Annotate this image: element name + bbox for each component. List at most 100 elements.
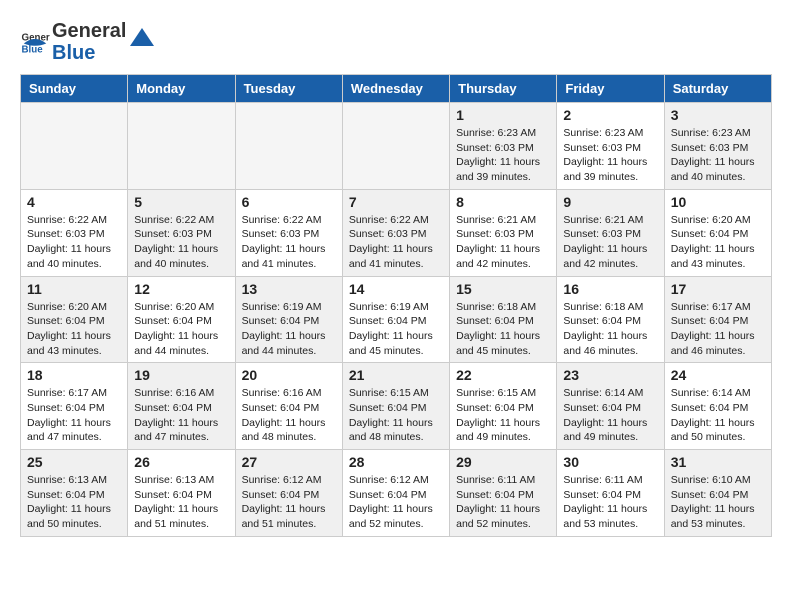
calendar-cell bbox=[128, 103, 235, 190]
day-info: Sunrise: 6:15 AM Sunset: 6:04 PM Dayligh… bbox=[456, 386, 550, 445]
calendar-cell: 13Sunrise: 6:19 AM Sunset: 6:04 PM Dayli… bbox=[235, 276, 342, 363]
calendar-cell: 9 Sunrise: 6:21 AM Sunset: 6:03 PM Daylig… bbox=[557, 189, 664, 276]
day-number: 9 bbox=[563, 194, 657, 210]
day-info: Sunrise: 6:22 AM Sunset: 6:03 PM Dayligh… bbox=[134, 213, 228, 272]
day-number: 10 bbox=[671, 194, 765, 210]
day-number: 8 bbox=[456, 194, 550, 210]
day-number: 3 bbox=[671, 107, 765, 123]
calendar-cell: 6 Sunrise: 6:22 AM Sunset: 6:03 PM Daylig… bbox=[235, 189, 342, 276]
calendar-cell: 22 Sunrise: 6:15 AM Sunset: 6:04 PM Dayli… bbox=[450, 363, 557, 450]
day-info: Sunrise: 6:21 AM Sunset: 6:03 PM Dayligh… bbox=[563, 213, 657, 272]
calendar-cell bbox=[342, 103, 449, 190]
calendar-cell: 30 Sunrise: 6:11 AM Sunset: 6:04 PM Dayli… bbox=[557, 450, 664, 537]
day-info: Sunrise: 6:23 AM Sunset: 6:03 PM Dayligh… bbox=[671, 126, 765, 185]
day-number: 24 bbox=[671, 367, 765, 383]
day-number: 4 bbox=[27, 194, 121, 210]
calendar-cell: 8 Sunrise: 6:21 AM Sunset: 6:03 PM Daylig… bbox=[450, 189, 557, 276]
day-info: Sunrise: 6:23 AM Sunset: 6:03 PM Dayligh… bbox=[563, 126, 657, 185]
logo-blue-text: Blue bbox=[52, 42, 126, 64]
day-number: 23 bbox=[563, 367, 657, 383]
day-info: Sunrise: 6:12 AM Sunset: 6:04 PM Dayligh… bbox=[242, 473, 336, 532]
day-number: 6 bbox=[242, 194, 336, 210]
day-number: 30 bbox=[563, 454, 657, 470]
day-info: Sunrise: 6:21 AM Sunset: 6:03 PM Dayligh… bbox=[456, 213, 550, 272]
header-row: SundayMondayTuesdayWednesdayThursdayFrid… bbox=[21, 75, 772, 103]
day-number: 5 bbox=[134, 194, 228, 210]
day-info: Sunrise: 6:18 AM Sunset: 6:04 PM Dayligh… bbox=[456, 300, 550, 359]
day-number: 17 bbox=[671, 281, 765, 297]
calendar-cell: 25 Sunrise: 6:13 AM Sunset: 6:04 PM Dayli… bbox=[21, 450, 128, 537]
day-info: Sunrise: 6:22 AM Sunset: 6:03 PM Dayligh… bbox=[27, 213, 121, 272]
logo-arrow-icon bbox=[128, 26, 156, 54]
day-number: 11 bbox=[27, 281, 121, 297]
calendar-week-3: 11 Sunrise: 6:20 AM Sunset: 6:04 PM Dayli… bbox=[21, 276, 772, 363]
calendar-table: SundayMondayTuesdayWednesdayThursdayFrid… bbox=[20, 74, 772, 537]
day-header-sunday: Sunday bbox=[21, 75, 128, 103]
calendar-cell: 23 Sunrise: 6:14 AM Sunset: 6:04 PM Dayli… bbox=[557, 363, 664, 450]
svg-text:Blue: Blue bbox=[22, 45, 44, 56]
day-info: Sunrise: 6:14 AM Sunset: 6:04 PM Dayligh… bbox=[563, 386, 657, 445]
day-info: Sunrise: 6:22 AM Sunset: 6:03 PM Dayligh… bbox=[349, 213, 443, 272]
calendar-cell bbox=[235, 103, 342, 190]
day-info: Sunrise: 6:20 AM Sunset: 6:04 PM Dayligh… bbox=[134, 300, 228, 359]
calendar-cell: 5 Sunrise: 6:22 AM Sunset: 6:03 PM Daylig… bbox=[128, 189, 235, 276]
calendar-cell: 26Sunrise: 6:13 AM Sunset: 6:04 PM Dayli… bbox=[128, 450, 235, 537]
day-info: Sunrise: 6:10 AM Sunset: 6:04 PM Dayligh… bbox=[671, 473, 765, 532]
day-info: Sunrise: 6:16 AM Sunset: 6:04 PM Dayligh… bbox=[134, 386, 228, 445]
calendar-cell: 1 Sunrise: 6:23 AM Sunset: 6:03 PM Daylig… bbox=[450, 103, 557, 190]
day-number: 16 bbox=[563, 281, 657, 297]
page-header: General Blue General Blue bbox=[20, 20, 772, 64]
calendar-cell: 28Sunrise: 6:12 AM Sunset: 6:04 PM Dayli… bbox=[342, 450, 449, 537]
day-info: Sunrise: 6:19 AM Sunset: 6:04 PM Dayligh… bbox=[349, 300, 443, 359]
day-number: 12 bbox=[134, 281, 228, 297]
calendar-week-1: 1 Sunrise: 6:23 AM Sunset: 6:03 PM Daylig… bbox=[21, 103, 772, 190]
day-number: 29 bbox=[456, 454, 550, 470]
day-header-wednesday: Wednesday bbox=[342, 75, 449, 103]
calendar-week-5: 25 Sunrise: 6:13 AM Sunset: 6:04 PM Dayli… bbox=[21, 450, 772, 537]
day-info: Sunrise: 6:15 AM Sunset: 6:04 PM Dayligh… bbox=[349, 386, 443, 445]
calendar-cell bbox=[21, 103, 128, 190]
calendar-body: 1 Sunrise: 6:23 AM Sunset: 6:03 PM Daylig… bbox=[21, 103, 772, 537]
day-number: 1 bbox=[456, 107, 550, 123]
calendar-cell: 24 Sunrise: 6:14 AM Sunset: 6:04 PM Dayli… bbox=[664, 363, 771, 450]
day-number: 14 bbox=[349, 281, 443, 297]
calendar-cell: 19Sunrise: 6:16 AM Sunset: 6:04 PM Dayli… bbox=[128, 363, 235, 450]
calendar-cell: 21 Sunrise: 6:15 AM Sunset: 6:04 PM Dayli… bbox=[342, 363, 449, 450]
calendar-cell: 11Sunrise: 6:20 AM Sunset: 6:04 PM Dayli… bbox=[21, 276, 128, 363]
day-info: Sunrise: 6:13 AM Sunset: 6:04 PM Dayligh… bbox=[27, 473, 121, 532]
day-number: 22 bbox=[456, 367, 550, 383]
day-number: 2 bbox=[563, 107, 657, 123]
day-info: Sunrise: 6:22 AM Sunset: 6:03 PM Dayligh… bbox=[242, 213, 336, 272]
day-number: 20 bbox=[242, 367, 336, 383]
day-number: 26 bbox=[134, 454, 228, 470]
calendar-cell: 12 Sunrise: 6:20 AM Sunset: 6:04 PM Dayli… bbox=[128, 276, 235, 363]
calendar-header: SundayMondayTuesdayWednesdayThursdayFrid… bbox=[21, 75, 772, 103]
day-header-tuesday: Tuesday bbox=[235, 75, 342, 103]
calendar-cell: 7 Sunrise: 6:22 AM Sunset: 6:03 PM Daylig… bbox=[342, 189, 449, 276]
calendar-cell: 18Sunrise: 6:17 AM Sunset: 6:04 PM Dayli… bbox=[21, 363, 128, 450]
day-header-thursday: Thursday bbox=[450, 75, 557, 103]
day-info: Sunrise: 6:23 AM Sunset: 6:03 PM Dayligh… bbox=[456, 126, 550, 185]
calendar-cell: 14 Sunrise: 6:19 AM Sunset: 6:04 PM Dayli… bbox=[342, 276, 449, 363]
calendar-cell: 10 Sunrise: 6:20 AM Sunset: 6:04 PM Dayli… bbox=[664, 189, 771, 276]
calendar-cell: 2 Sunrise: 6:23 AM Sunset: 6:03 PM Daylig… bbox=[557, 103, 664, 190]
calendar-cell: 17 Sunrise: 6:17 AM Sunset: 6:04 PM Dayli… bbox=[664, 276, 771, 363]
day-info: Sunrise: 6:11 AM Sunset: 6:04 PM Dayligh… bbox=[456, 473, 550, 532]
day-info: Sunrise: 6:11 AM Sunset: 6:04 PM Dayligh… bbox=[563, 473, 657, 532]
day-info: Sunrise: 6:18 AM Sunset: 6:04 PM Dayligh… bbox=[563, 300, 657, 359]
day-header-monday: Monday bbox=[128, 75, 235, 103]
day-info: Sunrise: 6:19 AM Sunset: 6:04 PM Dayligh… bbox=[242, 300, 336, 359]
day-number: 27 bbox=[242, 454, 336, 470]
day-info: Sunrise: 6:20 AM Sunset: 6:04 PM Dayligh… bbox=[671, 213, 765, 272]
calendar-cell: 20Sunrise: 6:16 AM Sunset: 6:04 PM Dayli… bbox=[235, 363, 342, 450]
calendar-cell: 31 Sunrise: 6:10 AM Sunset: 6:04 PM Dayli… bbox=[664, 450, 771, 537]
day-info: Sunrise: 6:17 AM Sunset: 6:04 PM Dayligh… bbox=[671, 300, 765, 359]
day-info: Sunrise: 6:14 AM Sunset: 6:04 PM Dayligh… bbox=[671, 386, 765, 445]
calendar-cell: 16 Sunrise: 6:18 AM Sunset: 6:04 PM Dayli… bbox=[557, 276, 664, 363]
day-number: 21 bbox=[349, 367, 443, 383]
calendar-cell: 4 Sunrise: 6:22 AM Sunset: 6:03 PM Daylig… bbox=[21, 189, 128, 276]
day-number: 31 bbox=[671, 454, 765, 470]
day-number: 7 bbox=[349, 194, 443, 210]
day-info: Sunrise: 6:12 AM Sunset: 6:04 PM Dayligh… bbox=[349, 473, 443, 532]
day-number: 25 bbox=[27, 454, 121, 470]
